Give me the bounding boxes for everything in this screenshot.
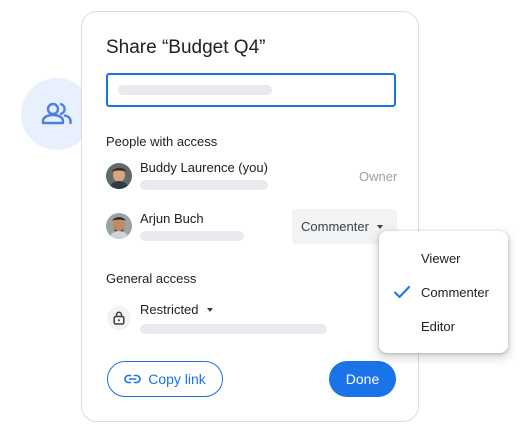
dialog-title: Share “Budget Q4” <box>106 37 266 58</box>
general-access-dropdown[interactable]: Restricted <box>140 302 213 317</box>
role-menu: Viewer Commenter Editor <box>379 231 508 353</box>
person-name: Buddy Laurence (you) <box>140 160 268 175</box>
share-illustration: Share “Budget Q4” People with access Bud… <box>0 0 527 433</box>
general-access-description-placeholder <box>140 324 327 334</box>
link-icon <box>124 374 141 384</box>
menu-item-editor[interactable]: Editor <box>379 311 508 341</box>
menu-item-label: Viewer <box>421 250 461 266</box>
general-access-value: Restricted <box>140 302 199 317</box>
people-with-access-heading: People with access <box>106 134 218 149</box>
check-icon <box>394 286 410 298</box>
caret-down-icon <box>206 307 213 312</box>
copy-link-button[interactable]: Copy link <box>107 361 223 397</box>
avatar-buddy <box>106 163 132 189</box>
general-access-heading: General access <box>106 271 197 286</box>
person-email-placeholder <box>140 231 244 241</box>
avatar-arjun <box>106 213 132 239</box>
menu-item-commenter[interactable]: Commenter <box>379 277 508 307</box>
people-icon <box>41 102 72 125</box>
add-people-input[interactable] <box>106 73 396 107</box>
lock-badge <box>107 306 131 330</box>
caret-down-icon <box>376 224 383 229</box>
menu-item-label: Commenter <box>421 284 489 300</box>
share-dialog: Share “Budget Q4” People with access Bud… <box>81 11 419 422</box>
owner-role-label: Owner <box>359 169 398 184</box>
input-placeholder-bar <box>118 85 272 95</box>
menu-item-viewer[interactable]: Viewer <box>379 243 508 273</box>
role-dropdown-label: Commenter <box>301 219 369 234</box>
person-email-placeholder <box>140 180 268 190</box>
menu-item-label: Editor <box>421 318 455 334</box>
copy-link-label: Copy link <box>148 371 206 387</box>
lock-icon <box>113 311 125 325</box>
person-name: Arjun Buch <box>140 211 204 226</box>
done-button[interactable]: Done <box>329 361 396 397</box>
